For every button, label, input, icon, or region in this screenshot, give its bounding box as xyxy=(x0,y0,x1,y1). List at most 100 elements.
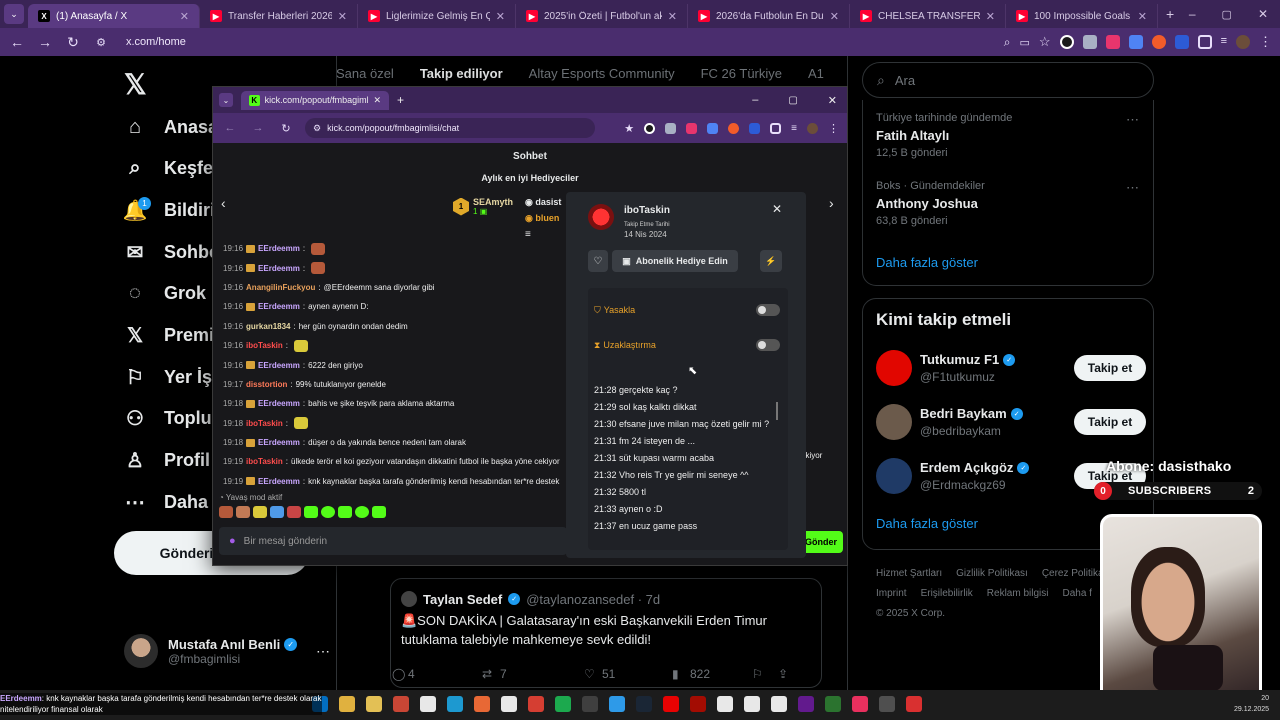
footer-link[interactable]: Imprint xyxy=(876,584,907,604)
nav-item-grok[interactable]: ◌ Grok xyxy=(124,282,206,305)
message-username[interactable]: iboTaskin xyxy=(246,341,283,350)
taskbar-app-3-icon[interactable] xyxy=(366,696,382,712)
extension-1-icon[interactable] xyxy=(1059,35,1074,49)
browser-tab[interactable]: ▶ Transfer Haberleri 2026 Başladı ✕ xyxy=(200,4,358,28)
tab-close-icon[interactable]: ✕ xyxy=(986,10,995,23)
browser-tab[interactable]: ▶ 100 Impossible Goals of 2025 ✕ xyxy=(1006,4,1158,28)
address-bar[interactable]: x.com/home xyxy=(126,36,186,48)
ban-toggle[interactable] xyxy=(756,304,780,316)
browser-tab[interactable]: ▶ 2026'da Futbolun En Durdurula ✕ xyxy=(688,4,850,28)
follow-suggestion[interactable]: Bedri Baykam ✓ @bedribaykam Takip et xyxy=(876,402,1146,442)
nav-item-communities[interactable]: ⚇ Toplul xyxy=(124,408,217,430)
popup-back-icon[interactable]: ← xyxy=(221,122,239,134)
taskbar-app-14-icon[interactable] xyxy=(663,696,679,712)
footer-link[interactable]: Gizlilik Politikası xyxy=(956,568,1028,579)
message-username[interactable]: iboTaskin xyxy=(246,419,283,428)
bookmark-icon[interactable]: ⚐ xyxy=(752,667,778,681)
views-icon[interactable]: ▮ xyxy=(672,667,690,681)
follow-button[interactable]: Takip et xyxy=(1074,409,1146,435)
popup-extension-4-icon[interactable] xyxy=(707,122,719,134)
message-username[interactable]: AnangilinFuckyou xyxy=(246,283,315,292)
popup-reload-icon[interactable]: ↻ xyxy=(277,122,295,135)
follow-button[interactable]: Takip et xyxy=(1074,355,1146,381)
emote-8-icon[interactable] xyxy=(338,506,352,518)
message-username[interactable]: EErdeemm xyxy=(258,438,300,447)
mod-action-button[interactable]: ⚡ xyxy=(760,250,782,272)
browser-tab[interactable]: ▶ Liglerimize Gelmiş En Çılgın 10 ✕ xyxy=(358,4,516,28)
tab-close-icon[interactable]: ✕ xyxy=(338,10,347,23)
gifters-next-icon[interactable]: › xyxy=(829,195,834,211)
timeout-toggle[interactable] xyxy=(756,339,780,351)
footer-link[interactable]: Hizmet Şartları xyxy=(876,568,942,579)
taskbar-app-22-icon[interactable] xyxy=(879,696,895,712)
feed-tab[interactable]: A1 xyxy=(808,66,824,81)
popup-extension-1-icon[interactable] xyxy=(644,122,656,134)
reply-icon[interactable]: ◯ xyxy=(392,667,408,681)
browser-menu-icon[interactable]: ⋮ xyxy=(1259,34,1272,50)
popup-extensions-icon[interactable] xyxy=(770,122,782,134)
taskbar-app-10-icon[interactable] xyxy=(555,696,571,712)
feed-tab[interactable]: FC 26 Türkiye xyxy=(701,66,782,81)
forward-icon[interactable]: → xyxy=(36,34,54,50)
extension-6-icon[interactable] xyxy=(1174,35,1189,49)
account-switcher[interactable]: Mustafa Anıl Benli ✓ @fmbagimlisi ⋯ xyxy=(124,632,330,670)
tweet-author-name[interactable]: Taylan Sedef xyxy=(423,592,502,607)
user-avatar[interactable] xyxy=(588,204,614,230)
taskbar-app-19-icon[interactable] xyxy=(798,696,814,712)
message-username[interactable]: EErdeemm xyxy=(258,302,300,311)
tab-close-icon[interactable]: ✕ xyxy=(668,10,677,23)
emote-1-icon[interactable] xyxy=(219,506,233,518)
emote-7-icon[interactable] xyxy=(321,506,335,518)
trends-show-more-link[interactable]: Daha fazla göster xyxy=(876,255,978,270)
retweet-icon[interactable]: ⇄ xyxy=(482,667,500,681)
trend-more-icon[interactable]: ⋯ xyxy=(1126,180,1139,196)
gift-sub-button[interactable]: ▣ Abonelik Hediye Edin xyxy=(612,250,738,272)
taskbar-app-18-icon[interactable] xyxy=(771,696,787,712)
popup-minimize-icon[interactable]: – xyxy=(752,94,758,106)
taskbar-app-5-icon[interactable] xyxy=(420,696,436,712)
popup-new-tab-icon[interactable]: + xyxy=(397,93,404,107)
back-icon[interactable]: ← xyxy=(8,34,26,50)
taskbar-app-20-icon[interactable] xyxy=(825,696,841,712)
reload-icon[interactable]: ↻ xyxy=(64,34,82,51)
message-username[interactable]: EErdeemm xyxy=(258,399,300,408)
feed-tab[interactable]: Takip ediliyor xyxy=(420,66,503,81)
taskbar-app-15-icon[interactable] xyxy=(690,696,706,712)
taskbar-app-2-icon[interactable] xyxy=(339,696,355,712)
extensions-puzzle-icon[interactable] xyxy=(1197,35,1212,49)
popup-forward-icon[interactable]: → xyxy=(249,122,267,134)
window-close-icon[interactable]: ✕ xyxy=(1258,7,1268,21)
message-username[interactable]: iboTaskin xyxy=(246,457,283,466)
emote-10-icon[interactable] xyxy=(372,506,386,518)
tab-close-icon[interactable]: ✕ xyxy=(180,10,189,23)
popup-extension-3-icon[interactable] xyxy=(686,122,698,134)
account-more-icon[interactable]: ⋯ xyxy=(316,643,330,660)
trend-item[interactable]: Boks · Gündemdekiler Anthony Joshua 63,8 B… xyxy=(876,180,1146,227)
popup-bookmark-star-icon[interactable]: ★ xyxy=(624,122,634,135)
emote-5-icon[interactable] xyxy=(287,506,301,518)
footer-link[interactable]: Reklam bilgisi xyxy=(987,588,1049,599)
feed-tab[interactable]: Altay Esports Community xyxy=(529,66,675,81)
popup-extension-6-icon[interactable] xyxy=(749,122,761,134)
nav-item-home[interactable]: ⌂ Anasa xyxy=(124,116,218,138)
history-scrollbar[interactable] xyxy=(776,402,778,420)
popup-maximize-icon[interactable]: ▢ xyxy=(788,95,797,106)
taskbar-app-17-icon[interactable] xyxy=(744,696,760,712)
follow-heart-button[interactable]: ♡ xyxy=(588,250,608,272)
taskbar-app-8-icon[interactable] xyxy=(501,696,517,712)
nav-item-search[interactable]: ⌕ Keşfet xyxy=(124,157,219,180)
nav-item-more[interactable]: ⋯ Daha f xyxy=(124,491,219,514)
new-tab-icon[interactable]: + xyxy=(1166,6,1174,22)
taskbar-app-9-icon[interactable] xyxy=(528,696,544,712)
nav-item-profile[interactable]: ♙ Profil xyxy=(124,450,210,472)
nav-item-bookmark[interactable]: ⚐ Yer İşa xyxy=(124,366,222,389)
extension-2-icon[interactable] xyxy=(1082,35,1097,49)
search-input[interactable]: ⌕ Ara xyxy=(862,62,1154,98)
like-icon[interactable]: ♡ xyxy=(584,667,602,681)
profile-avatar-icon[interactable] xyxy=(1236,35,1250,49)
popup-tab-close-icon[interactable]: ✕ xyxy=(373,95,381,106)
emote-2-icon[interactable] xyxy=(236,506,250,518)
message-username[interactable]: gurkan1834 xyxy=(246,322,290,331)
footer-link[interactable]: Erişilebilirlik xyxy=(921,588,973,599)
mic-icon[interactable]: ● xyxy=(229,535,236,547)
